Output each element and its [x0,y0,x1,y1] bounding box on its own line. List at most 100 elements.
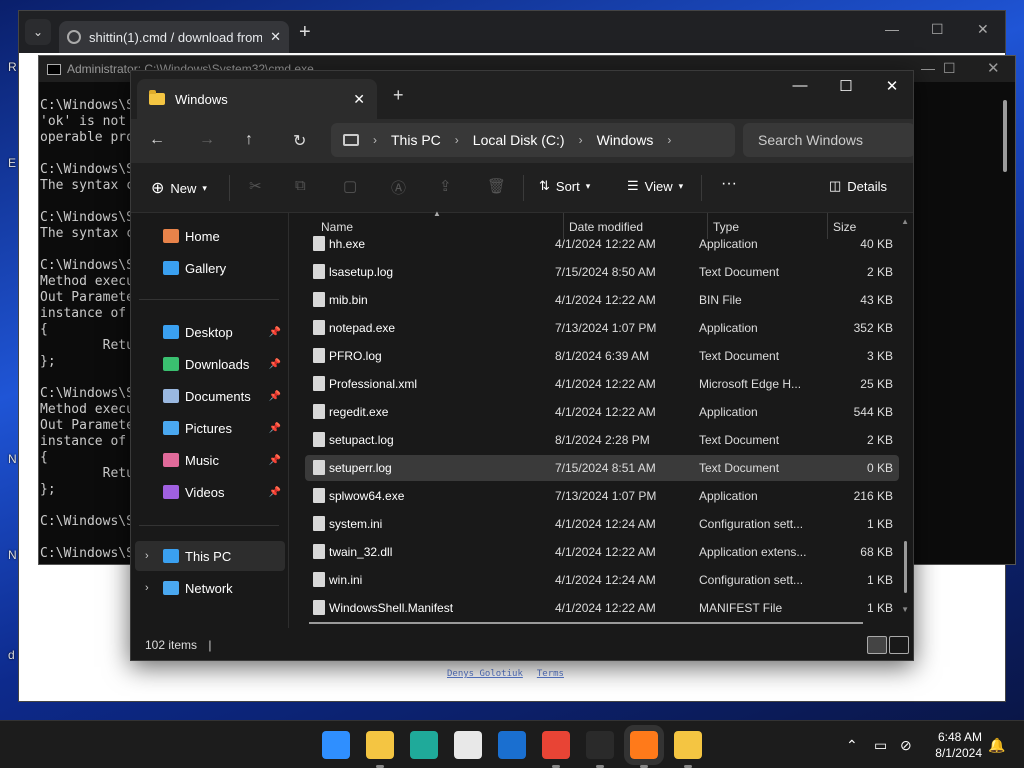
nav-item-desktop[interactable]: Desktop 📌 [135,317,285,347]
nav-item-gallery[interactable]: Gallery [135,253,285,283]
nav-item-downloads[interactable]: Downloads 📌 [135,349,285,379]
table-row[interactable]: splwow64.exe 7/13/2024 1:07 PM Application… [305,483,899,509]
up-button[interactable]: ↑ [245,131,253,149]
table-row[interactable]: setuperr.log 7/15/2024 8:51 AM Text Docume… [305,455,899,481]
sort-button[interactable]: ⇅ Sort ▾ [539,178,590,194]
file-icon [313,320,325,335]
forward-button[interactable]: → [199,131,215,149]
chevron-right-icon[interactable]: › [373,133,377,147]
file-explorer-icon[interactable] [366,731,394,759]
table-row[interactable]: mib.bin 4/1/2024 12:22 AM BIN File 43 KB [305,287,899,313]
minimize-button[interactable]: — [885,21,899,37]
details-button[interactable]: ◫ Details [829,178,887,194]
more-options-button[interactable]: ··· [721,175,737,193]
chevron-right-icon[interactable]: › [145,582,149,594]
table-row[interactable]: system.ini 4/1/2024 12:24 AM Configuration… [305,511,899,537]
explorer-2-icon[interactable] [674,731,702,759]
cmd-output[interactable]: C:\Windows\S'ok' is not operable pro C:\Wi… [39,98,134,562]
maximize-button[interactable]: ☐ [823,77,869,95]
file-type: Application [699,321,758,335]
nav-item-home[interactable]: Home [135,221,285,251]
rename-icon[interactable]: Ⓐ [391,177,406,198]
nav-item-documents[interactable]: Documents 📌 [135,381,285,411]
firefox-icon[interactable] [624,725,664,765]
pictures-icon [163,421,179,435]
clock[interactable]: 6:48 AM 8/1/2024 [935,729,982,761]
start-icon[interactable] [322,731,350,759]
scroll-down-arrow[interactable]: ▼ [901,605,909,614]
chrome-icon[interactable] [542,731,570,759]
nav-item-pictures[interactable]: Pictures 📌 [135,413,285,443]
chevron-right-icon[interactable]: › [579,133,583,147]
volume-icon[interactable]: ⊘ [900,737,912,754]
details-view-button[interactable] [867,636,887,654]
edge-icon[interactable] [410,731,438,759]
close-icon[interactable]: ✕ [270,29,281,45]
breadcrumb-local-disk[interactable]: Local Disk (C:) [473,132,565,148]
delete-icon[interactable]: 🗑 [487,177,506,195]
tiles-view-button[interactable] [889,636,909,654]
close-button[interactable]: ✕ [977,21,989,38]
music-icon [163,453,179,467]
table-row[interactable]: hh.exe 4/1/2024 12:22 AM Application 40 KB [305,231,899,257]
close-button[interactable]: ✕ [869,77,913,95]
table-row[interactable]: lsasetup.log 7/15/2024 8:50 AM Text Docume… [305,259,899,285]
minimize-button[interactable]: — [921,60,935,76]
nav-item-videos[interactable]: Videos 📌 [135,477,285,507]
table-row[interactable]: setupact.log 8/1/2024 2:28 PM Text Documen… [305,427,899,453]
footer-link[interactable]: Denys Golotiuk [447,669,523,679]
terminal-icon[interactable] [586,731,614,759]
footer-link[interactable]: Terms [537,669,564,679]
desktop-label: N [8,452,17,466]
browser-tab[interactable]: shittin(1).cmd / download from ✕ [59,21,289,53]
table-row[interactable]: win.ini 4/1/2024 12:24 AM Configuration se… [305,567,899,593]
view-icon: ☰ [627,178,639,193]
scrollbar[interactable] [1003,100,1007,172]
file-icon [313,460,325,475]
table-row[interactable]: regedit.exe 4/1/2024 12:22 AM Application 5… [305,399,899,425]
scroll-up-arrow[interactable]: ▲ [901,217,909,226]
copy-icon[interactable]: ⧉ [295,177,306,194]
table-row[interactable]: twain_32.dll 4/1/2024 12:22 AM Application… [305,539,899,565]
cut-icon[interactable]: ✂ [249,177,262,195]
table-row[interactable]: notepad.exe 7/13/2024 1:07 PM Application 3… [305,315,899,341]
close-icon[interactable]: ✕ [353,91,365,108]
new-tab-button[interactable]: + [393,85,404,106]
paste-icon[interactable]: ▢ [343,177,357,195]
share-icon[interactable]: ⇪ [439,177,452,195]
horizontal-scrollbar[interactable] [309,622,863,624]
table-row[interactable]: WindowsShell.Manifest 4/1/2024 12:22 AM MA… [305,595,899,621]
file-date: 4/1/2024 12:22 AM [555,237,656,251]
file-icon [313,264,325,279]
tab-search-button[interactable]: ⌄ [25,19,51,45]
nav-item-music[interactable]: Music 📌 [135,445,285,475]
scrollbar[interactable] [904,541,907,593]
new-button[interactable]: ⊕ New ▾ [151,178,207,198]
outlook-icon[interactable] [498,731,526,759]
nav-item-network[interactable]: › Network [135,573,285,603]
notification-bell-icon[interactable]: 🔔 [988,737,1005,754]
table-row[interactable]: Professional.xml 4/1/2024 12:22 AM Microso… [305,371,899,397]
breadcrumb-this-pc[interactable]: This PC [391,132,441,148]
network-icon[interactable]: ▭ [874,737,887,754]
maximize-button[interactable]: ☐ [943,60,956,77]
search-input[interactable]: Search Windows [743,123,913,157]
refresh-button[interactable]: ↻ [293,131,306,151]
chevron-right-icon[interactable]: › [455,133,459,147]
minimize-button[interactable]: — [777,77,823,94]
store-icon[interactable] [454,731,482,759]
chevron-right-icon[interactable]: › [145,550,149,562]
chevron-right-icon[interactable]: › [667,133,671,147]
close-button[interactable]: ✕ [987,59,1000,77]
maximize-button[interactable]: ☐ [931,21,944,38]
breadcrumb-windows[interactable]: Windows [597,132,654,148]
nav-item-this-pc[interactable]: › This PC [135,541,285,571]
address-bar[interactable]: › This PC › Local Disk (C:) › Windows › [331,123,735,157]
new-tab-button[interactable]: + [299,21,311,44]
explorer-tab[interactable]: Windows ✕ [137,79,377,119]
file-size: 43 KB [860,293,893,307]
table-row[interactable]: PFRO.log 8/1/2024 6:39 AM Text Document 3 K… [305,343,899,369]
view-button[interactable]: ☰ View ▾ [627,178,683,194]
chevron-up-icon[interactable]: ⌃ [846,737,858,754]
back-button[interactable]: ← [149,131,165,149]
